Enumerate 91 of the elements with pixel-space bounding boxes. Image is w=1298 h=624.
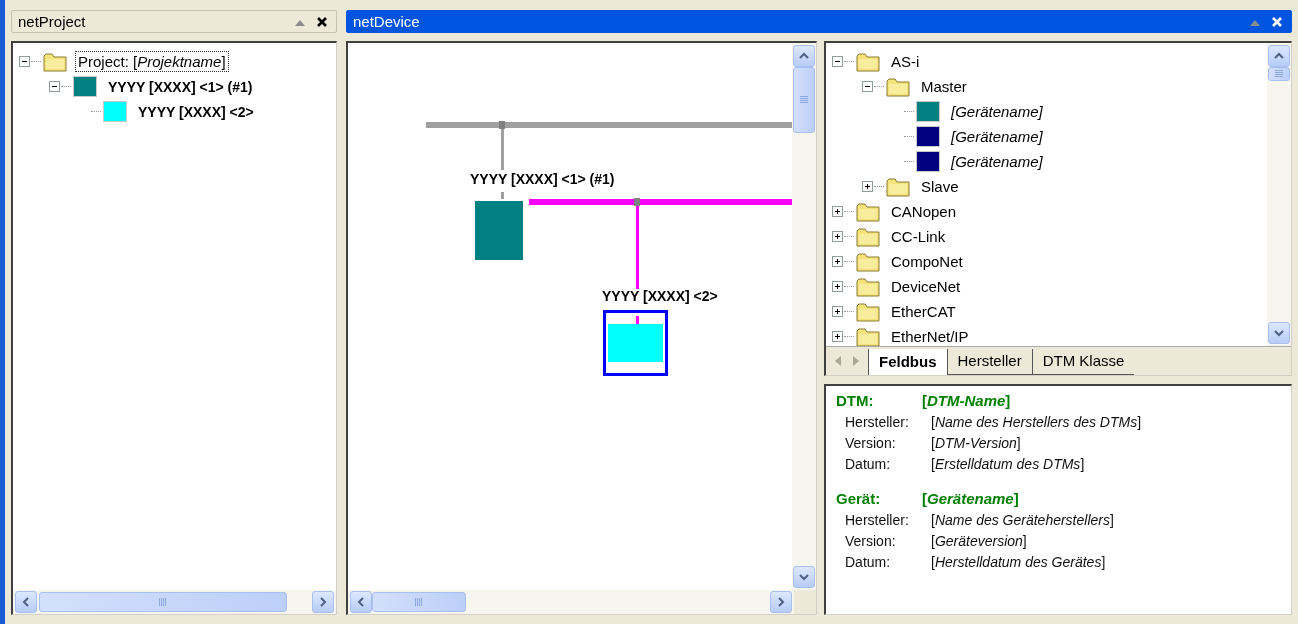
- folder-icon: [886, 76, 910, 97]
- info-value: [DTM-Name]: [922, 392, 1011, 409]
- folder-icon: [856, 276, 880, 297]
- folder-icon: [856, 301, 880, 322]
- folder-icon: [856, 251, 880, 272]
- scrollbar-corner: [794, 590, 816, 614]
- tree-item[interactable]: Slave: [918, 176, 962, 197]
- tree-item[interactable]: [Gerätename]: [948, 101, 1046, 122]
- drop-line: [501, 128, 504, 170]
- chevron-left-icon: [356, 597, 366, 607]
- scroll-down-button[interactable]: [793, 566, 815, 588]
- expand-icon[interactable]: [832, 256, 843, 267]
- scroll-up-button[interactable]: [793, 45, 815, 67]
- scroll-up-button[interactable]: [1268, 45, 1290, 67]
- field-label: Version:: [845, 434, 897, 451]
- field-label: Hersteller:: [845, 511, 910, 528]
- scrollbar-thumb[interactable]: [372, 592, 466, 612]
- info-heading: DTM:: [836, 392, 875, 409]
- folder-icon: [856, 51, 880, 72]
- tree-item[interactable]: EtherNet/IP: [888, 326, 972, 346]
- tree-item[interactable]: Project: [Projektname]: [75, 51, 229, 72]
- tree-item[interactable]: Master: [918, 76, 970, 97]
- expand-icon[interactable]: [832, 206, 843, 217]
- tree-item[interactable]: YYYY [XXXX] <1> (#1): [105, 76, 256, 97]
- collapse-icon[interactable]: [19, 56, 30, 67]
- tree-item[interactable]: CompoNet: [888, 251, 966, 272]
- scroll-right-button[interactable]: [770, 591, 792, 613]
- device-label: YYYY [XXXX] <1> (#1): [470, 171, 615, 187]
- field-value: [Name des Herstellers des DTMs]: [931, 413, 1142, 430]
- expand-icon[interactable]: [862, 181, 873, 192]
- field-value: [Name des Geräteherstellers]: [931, 511, 1114, 528]
- scrollbar-thumb[interactable]: [1268, 67, 1290, 81]
- folder-icon: [43, 51, 67, 72]
- tree-item[interactable]: DeviceNet: [888, 276, 964, 297]
- scrollbar-thumb[interactable]: [793, 67, 815, 133]
- tree-item[interactable]: AS-i: [888, 51, 923, 72]
- chevron-up-icon: [799, 51, 809, 61]
- panel-title: netDevice: [353, 13, 421, 30]
- bus-junction: [634, 198, 640, 206]
- tree-item[interactable]: [Gerätename]: [948, 126, 1046, 147]
- field-value: [Erstelldatum des DTMs]: [931, 455, 1085, 472]
- tree-item[interactable]: CC-Link: [888, 226, 949, 247]
- tab[interactable]: Hersteller: [946, 349, 1032, 375]
- scroll-left-button[interactable]: [350, 591, 372, 613]
- expand-icon[interactable]: [832, 231, 843, 242]
- chevron-down-icon: [799, 572, 809, 582]
- folder-icon: [886, 176, 910, 197]
- device-label: YYYY [XXXX] <2>: [602, 288, 718, 304]
- panel-title: netProject: [18, 13, 87, 30]
- field-label: Hersteller:: [845, 413, 910, 430]
- expand-icon[interactable]: [832, 281, 843, 292]
- field-label: Datum:: [845, 455, 892, 472]
- scrollbar-thumb[interactable]: [39, 592, 287, 612]
- scroll-down-button[interactable]: [1268, 322, 1290, 344]
- tab[interactable]: Feldbus: [868, 349, 947, 375]
- drop-line: [501, 192, 504, 199]
- tree-item[interactable]: YYYY [XXXX] <2>: [135, 101, 257, 122]
- field-label: Datum:: [845, 553, 892, 570]
- scroll-right-button[interactable]: [312, 591, 334, 613]
- info-heading: Gerät:: [836, 490, 882, 507]
- grip-icon: [800, 96, 808, 104]
- collapse-icon[interactable]: [49, 81, 60, 92]
- grip-icon: [1275, 70, 1283, 78]
- folder-icon: [856, 326, 880, 346]
- device-block[interactable]: [472, 198, 526, 263]
- field-label: Version:: [845, 532, 897, 549]
- chevron-down-icon: [1274, 328, 1284, 338]
- field-value: [Herstelldatum des Gerätes]: [931, 553, 1106, 570]
- chevron-right-icon: [318, 597, 328, 607]
- tree-item[interactable]: [Gerätename]: [948, 151, 1046, 172]
- tree-item[interactable]: CANopen: [888, 201, 960, 222]
- grip-icon: [159, 598, 167, 606]
- expand-icon[interactable]: [832, 331, 843, 342]
- grip-icon: [415, 598, 423, 606]
- tab[interactable]: DTM Klasse: [1031, 349, 1135, 375]
- close-icon[interactable]: [316, 16, 328, 27]
- chevron-left-icon: [21, 597, 31, 607]
- tree-item[interactable]: EtherCAT: [888, 301, 959, 322]
- expand-icon[interactable]: [832, 306, 843, 317]
- folder-icon: [856, 201, 880, 222]
- device-block[interactable]: [603, 310, 668, 376]
- info-value: [Gerätename]: [922, 490, 1019, 507]
- folder-icon: [856, 226, 880, 247]
- field-value: [DTM-Version]: [931, 434, 1021, 451]
- chevron-right-icon: [776, 597, 786, 607]
- field-value: [Geräteversion]: [931, 532, 1027, 549]
- collapse-icon[interactable]: [832, 56, 843, 67]
- scroll-left-button[interactable]: [15, 591, 37, 613]
- collapse-icon[interactable]: [862, 81, 873, 92]
- chevron-up-icon: [1274, 51, 1284, 61]
- bus-junction: [499, 121, 505, 129]
